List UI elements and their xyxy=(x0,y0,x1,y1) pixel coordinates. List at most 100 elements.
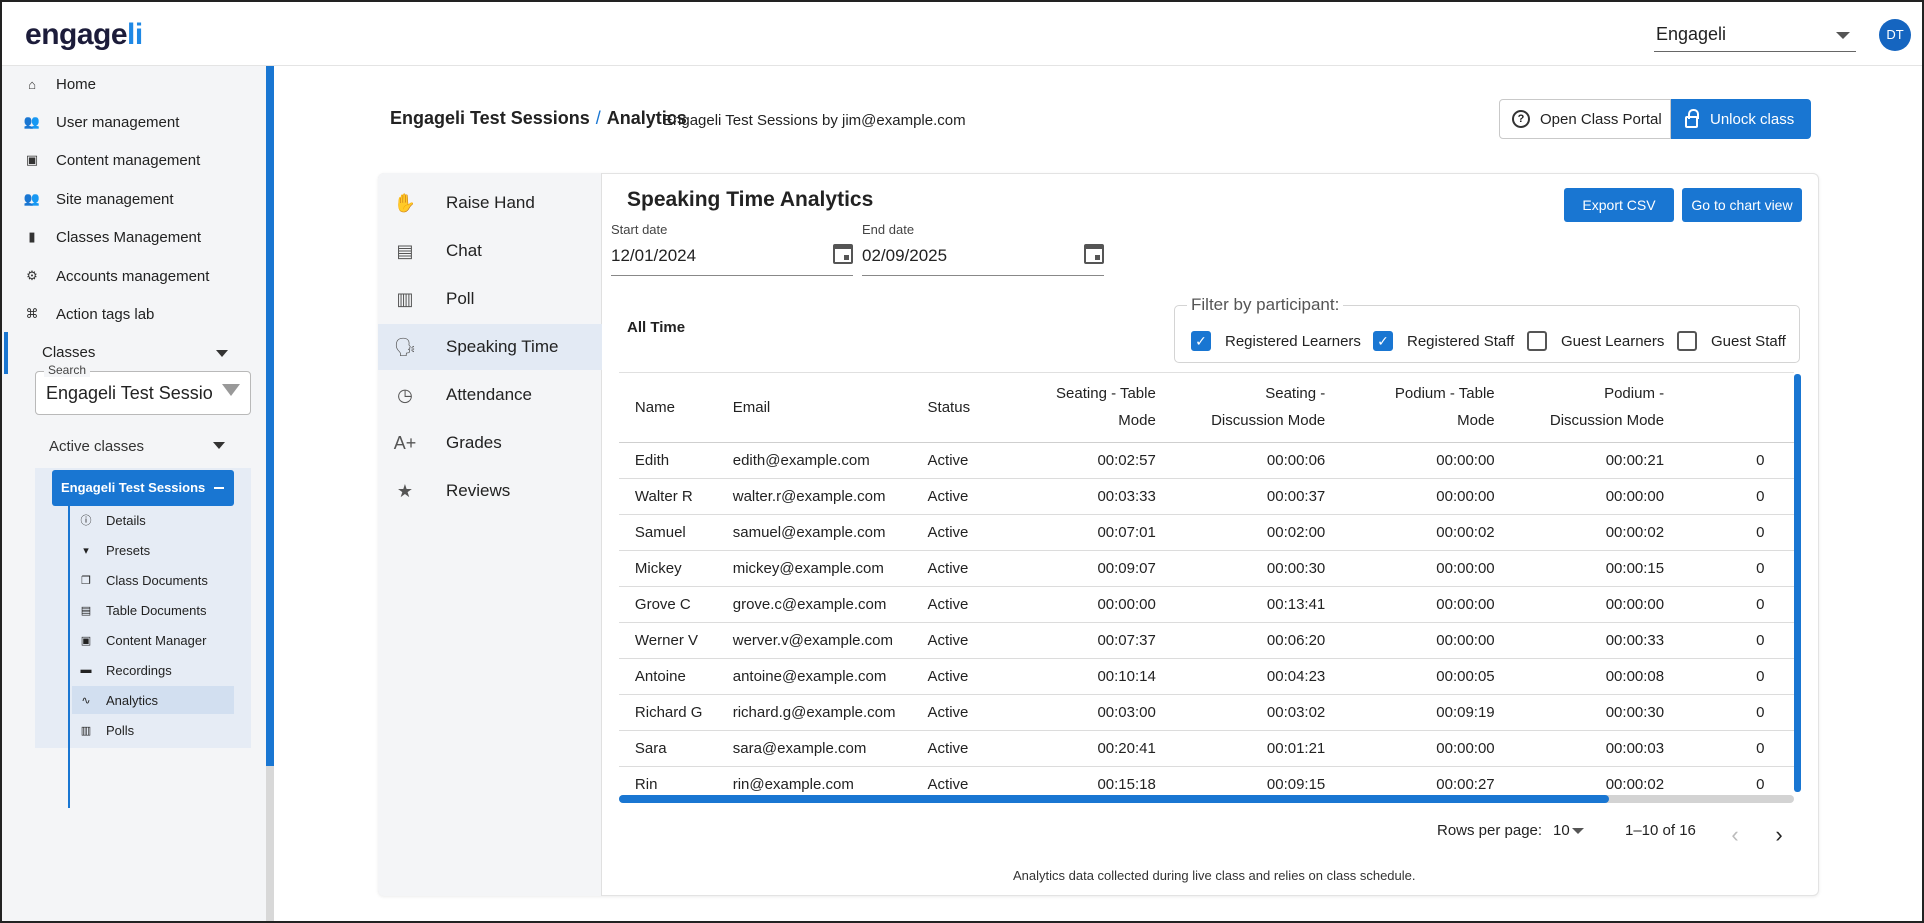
cell-podium-discussion-mode: 00:00:21 xyxy=(1494,442,1665,479)
column-header-podium-table-mode[interactable]: Podium - Table Mode xyxy=(1325,373,1495,443)
page-subtitle: Engageli Test Sessions by jim@example.co… xyxy=(663,112,966,129)
checkbox-checked-icon[interactable]: ✓ xyxy=(1373,331,1393,351)
class-sub-item-class-documents[interactable]: ❐ Class Documents xyxy=(72,566,234,594)
photos-icon: ▣ xyxy=(25,152,39,167)
logo-suffix: li xyxy=(127,18,143,51)
checkbox-guest-staff[interactable]: Guest Staff xyxy=(1677,331,1786,351)
table-row[interactable]: Antoine antoine@example.com Active 00:10:14… xyxy=(619,658,1794,695)
export-csv-button[interactable]: Export CSV xyxy=(1564,188,1674,222)
star-icon: ★ xyxy=(396,480,414,501)
organization-select[interactable]: Engageli xyxy=(1654,20,1856,52)
go-to-chart-view-button[interactable]: Go to chart view xyxy=(1682,188,1802,222)
menu-item-chat[interactable]: ▤ Chat xyxy=(378,228,602,274)
table-row[interactable]: Edith edith@example.com Active 00:02:57 00:0… xyxy=(619,442,1794,479)
calendar-icon[interactable] xyxy=(833,244,853,264)
column-header-status[interactable]: Status xyxy=(927,373,1032,443)
sidebar-item-user-management[interactable]: 👥 User management xyxy=(24,106,180,138)
sidebar-item-label: Accounts management xyxy=(56,267,210,285)
sidebar-item-classes-management[interactable]: ▮ Classes Management xyxy=(24,221,201,253)
cell-name: Richard G xyxy=(634,694,733,731)
menu-item-poll[interactable]: ▥ Poll xyxy=(378,276,602,322)
class-sub-item-presets[interactable]: ▾ Presets xyxy=(72,536,234,564)
unlock-class-button[interactable]: Unlock class xyxy=(1671,99,1811,139)
class-sub-item-content-manager[interactable]: ▣ Content Manager xyxy=(72,626,234,654)
menu-item-label: Grades xyxy=(446,433,502,452)
cell-podium-discussion-mode: 00:00:30 xyxy=(1494,694,1665,731)
start-date-field[interactable]: Start date 12/01/2024 xyxy=(611,222,853,276)
poll-icon: ▥ xyxy=(396,288,414,309)
sidebar-item-content-management[interactable]: ▣ Content management xyxy=(24,144,200,176)
calendar-icon[interactable] xyxy=(1084,244,1104,264)
class-search-field[interactable]: Search xyxy=(35,363,251,415)
cell-seating-discussion-mode: 00:02:00 xyxy=(1155,514,1326,551)
menu-item-speaking-time[interactable]: 🗣 Speaking Time xyxy=(378,324,602,370)
cell-podium-discussion-mode: 00:00:00 xyxy=(1494,478,1665,515)
class-sub-item-polls[interactable]: ▥ Polls xyxy=(72,716,234,744)
logo-prefix: e xyxy=(25,18,42,51)
cell-truncated: 0 xyxy=(1664,730,1794,767)
class-sub-item-recordings[interactable]: ▬ Recordings xyxy=(72,656,234,684)
sidebar-item-accounts-management[interactable]: ⚙ Accounts management xyxy=(24,260,209,292)
rows-per-page-select[interactable]: 10 xyxy=(1553,822,1570,839)
menu-item-grades[interactable]: A+ Grades xyxy=(378,420,602,466)
table-row[interactable]: Sara sara@example.com Active 00:20:41 00:01:… xyxy=(619,730,1794,767)
sidebar-item-home[interactable]: ⌂ Home xyxy=(24,68,96,100)
previous-page-icon[interactable]: ‹ xyxy=(1724,822,1746,847)
participant-filter: Filter by participant: ✓ Registered Lear… xyxy=(1174,295,1800,363)
active-classes-toggle[interactable]: Active classes xyxy=(49,438,144,455)
column-header-name[interactable]: Name xyxy=(634,373,733,443)
photos-icon: ▣ xyxy=(80,634,92,647)
engageli-logo[interactable]: engageli xyxy=(25,18,143,52)
breadcrumb-root[interactable]: Engageli Test Sessions xyxy=(390,108,590,128)
cell-seating-table-mode: 00:02:57 xyxy=(1031,442,1156,479)
class-sub-item-details[interactable]: ⓘ Details xyxy=(72,506,234,534)
checkbox-checked-icon[interactable]: ✓ xyxy=(1191,331,1211,351)
class-search-input[interactable] xyxy=(46,380,216,406)
open-class-portal-button[interactable]: ? Open Class Portal xyxy=(1499,99,1671,139)
cell-email: werver.v@example.com xyxy=(732,622,928,659)
column-header-seating-table-mode[interactable]: Seating - Table Mode xyxy=(1031,373,1156,443)
sidebar-scrollbar-thumb[interactable] xyxy=(266,66,274,766)
checkbox-unchecked-icon[interactable] xyxy=(1677,331,1697,351)
class-sub-item-analytics[interactable]: ∿ Analytics xyxy=(72,686,234,714)
cell-seating-discussion-mode: 00:09:15 xyxy=(1155,766,1326,792)
speaking-icon: 🗣 xyxy=(393,336,417,357)
table-row[interactable]: Rin rin@example.com Active 00:15:18 00:09:15… xyxy=(619,766,1794,792)
menu-item-attendance[interactable]: ◷ Attendance xyxy=(378,372,602,418)
checkbox-guest-learners[interactable]: Guest Learners xyxy=(1527,331,1664,351)
menu-item-reviews[interactable]: ★ Reviews xyxy=(378,468,602,514)
column-header-email[interactable]: Email xyxy=(732,373,928,443)
cell-truncated: 0 xyxy=(1664,622,1794,659)
cell-email: rin@example.com xyxy=(732,766,928,792)
collapse-icon[interactable] xyxy=(214,487,224,489)
end-date-field[interactable]: End date 02/09/2025 xyxy=(862,222,1104,276)
table-horizontal-scrollbar-thumb[interactable] xyxy=(619,795,1609,803)
cell-seating-table-mode: 00:03:00 xyxy=(1031,694,1156,731)
checkbox-label: Registered Staff xyxy=(1407,332,1515,350)
filter-icon[interactable] xyxy=(222,384,240,396)
sidebar-scrollbar-track[interactable] xyxy=(266,766,274,921)
table-row[interactable]: Walter Rwalter.r@example.com Active 00:03:… xyxy=(619,478,1794,515)
checkbox-registered-staff[interactable]: ✓ Registered Staff xyxy=(1373,331,1514,351)
checkbox-unchecked-icon[interactable] xyxy=(1527,331,1547,351)
table-row[interactable]: Samuel samuel@example.com Active 00:07:01 00… xyxy=(619,514,1794,551)
table-row[interactable]: Richard Grichard.g@example.com Active 00:0… xyxy=(619,694,1794,731)
menu-item-raise-hand[interactable]: ✋ Raise Hand xyxy=(378,180,602,226)
class-sub-item-table-documents[interactable]: ▤ Table Documents xyxy=(72,596,234,624)
chevron-down-icon xyxy=(1572,828,1584,834)
sidebar-item-action-tags-lab[interactable]: ⌘ Action tags lab xyxy=(24,298,155,330)
class-chip-engageli-test-sessions[interactable]: Engageli Test Sessions xyxy=(52,470,234,506)
column-header-seating-discussion-mode[interactable]: Seating - Discussion Mode xyxy=(1155,373,1326,443)
sidebar-item-site-management[interactable]: 👥 Site management xyxy=(24,183,174,215)
checkbox-registered-learners[interactable]: ✓ Registered Learners xyxy=(1191,331,1361,351)
tags-icon: ⌘ xyxy=(25,306,39,321)
start-date-value[interactable]: 12/01/2024 xyxy=(611,246,696,266)
end-date-value[interactable]: 02/09/2025 xyxy=(862,246,947,266)
avatar[interactable]: DT xyxy=(1879,19,1911,51)
table-row[interactable]: Werner Vwerver.v@example.com Active 00:07:… xyxy=(619,622,1794,659)
table-row[interactable]: Mickey mickey@example.com Active 00:09:07 00… xyxy=(619,550,1794,587)
column-header-podium-discussion-mode[interactable]: Podium - Discussion Mode xyxy=(1494,373,1665,443)
table-row[interactable]: Grove Cgrove.c@example.com Active 00:00:00… xyxy=(619,586,1794,623)
next-page-icon[interactable]: › xyxy=(1768,822,1790,847)
table-vertical-scrollbar[interactable] xyxy=(1794,374,1801,792)
